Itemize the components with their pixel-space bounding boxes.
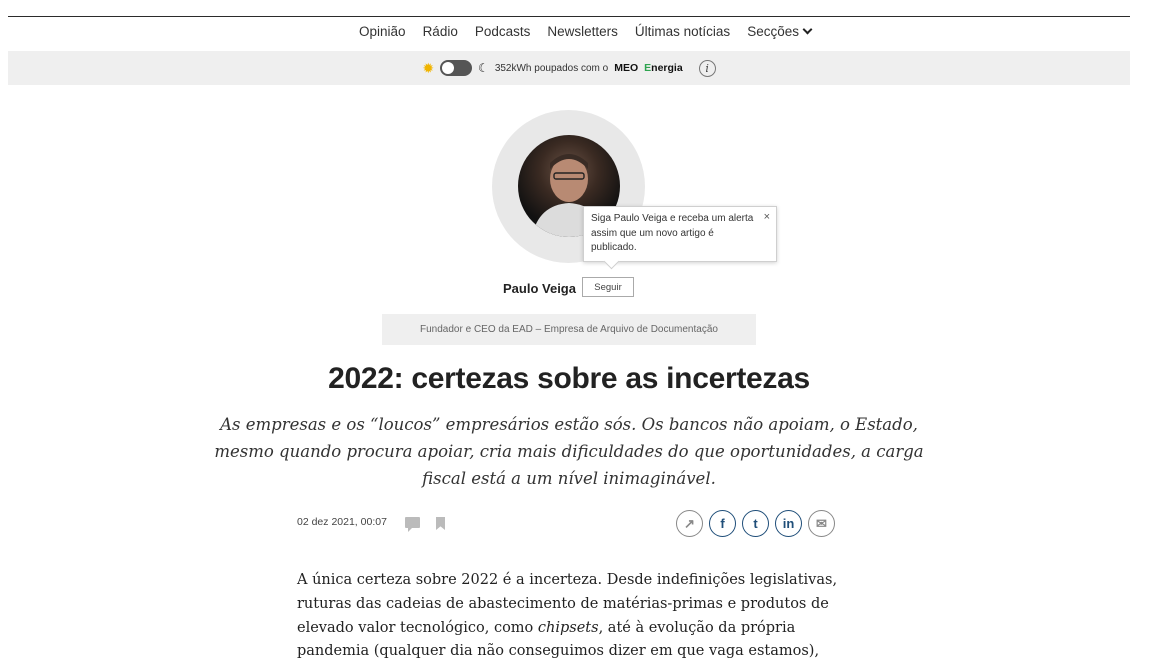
author-role: Fundador e CEO da EAD – Empresa de Arqui… [382, 314, 756, 345]
follow-tooltip: Siga Paulo Veiga e receba um alerta assi… [583, 206, 777, 262]
info-icon[interactable]: i [698, 59, 716, 77]
share-icon[interactable]: ↗ [676, 510, 703, 537]
facebook-icon[interactable]: f [709, 510, 736, 537]
linkedin-icon[interactable]: in [775, 510, 802, 537]
dark-mode-toggle[interactable] [440, 60, 473, 76]
main-nav: Opinião Rádio Podcasts Newsletters Últim… [0, 24, 1170, 39]
nav-item-seccoes[interactable]: Secções [747, 24, 813, 39]
nav-item-newsletters[interactable]: Newsletters [547, 24, 618, 39]
close-icon[interactable]: × [764, 210, 770, 225]
article-lede: As empresas e os “loucos” empresários es… [214, 415, 924, 488]
bookmark-icon[interactable] [436, 517, 445, 530]
author-name[interactable]: Paulo Veiga [503, 281, 576, 296]
follow-button[interactable]: Seguir [582, 277, 634, 297]
nav-item-ultimas-noticias[interactable]: Últimas notícias [635, 24, 730, 39]
email-icon[interactable]: ✉ [808, 510, 835, 537]
meo-logo: MEO [614, 62, 639, 74]
sun-icon: ✹ [422, 60, 435, 76]
energy-saved-text: 352kWh poupados com o [494, 62, 609, 74]
share-buttons: ↗ f t in ✉ [676, 510, 835, 537]
moon-icon: ☾ [478, 61, 489, 75]
article-title: 2022: certezas sobre as incertezas [328, 362, 810, 395]
nav-item-podcasts[interactable]: Podcasts [475, 24, 531, 39]
nav-item-radio[interactable]: Rádio [423, 24, 458, 39]
article-body: A única certeza sobre 2022 é a incerteza… [297, 569, 857, 658]
article-body-emphasis: chipsets [537, 619, 599, 636]
nav-item-opiniao[interactable]: Opinião [359, 24, 406, 39]
chevron-down-icon [802, 24, 813, 35]
energia-logo-text: nergia [651, 62, 683, 74]
energy-savings-bar: ✹ ☾ 352kWh poupados com o MEO Energia i [8, 51, 1130, 85]
energia-logo: Energia [644, 62, 683, 74]
nav-item-seccoes-label: Secções [747, 24, 799, 39]
article-date: 02 dez 2021, 00:07 [297, 516, 387, 528]
follow-tooltip-text: Siga Paulo Veiga e receba um alerta assi… [591, 213, 754, 253]
comment-icon[interactable] [405, 517, 420, 532]
twitter-icon[interactable]: t [742, 510, 769, 537]
top-divider [8, 16, 1130, 17]
